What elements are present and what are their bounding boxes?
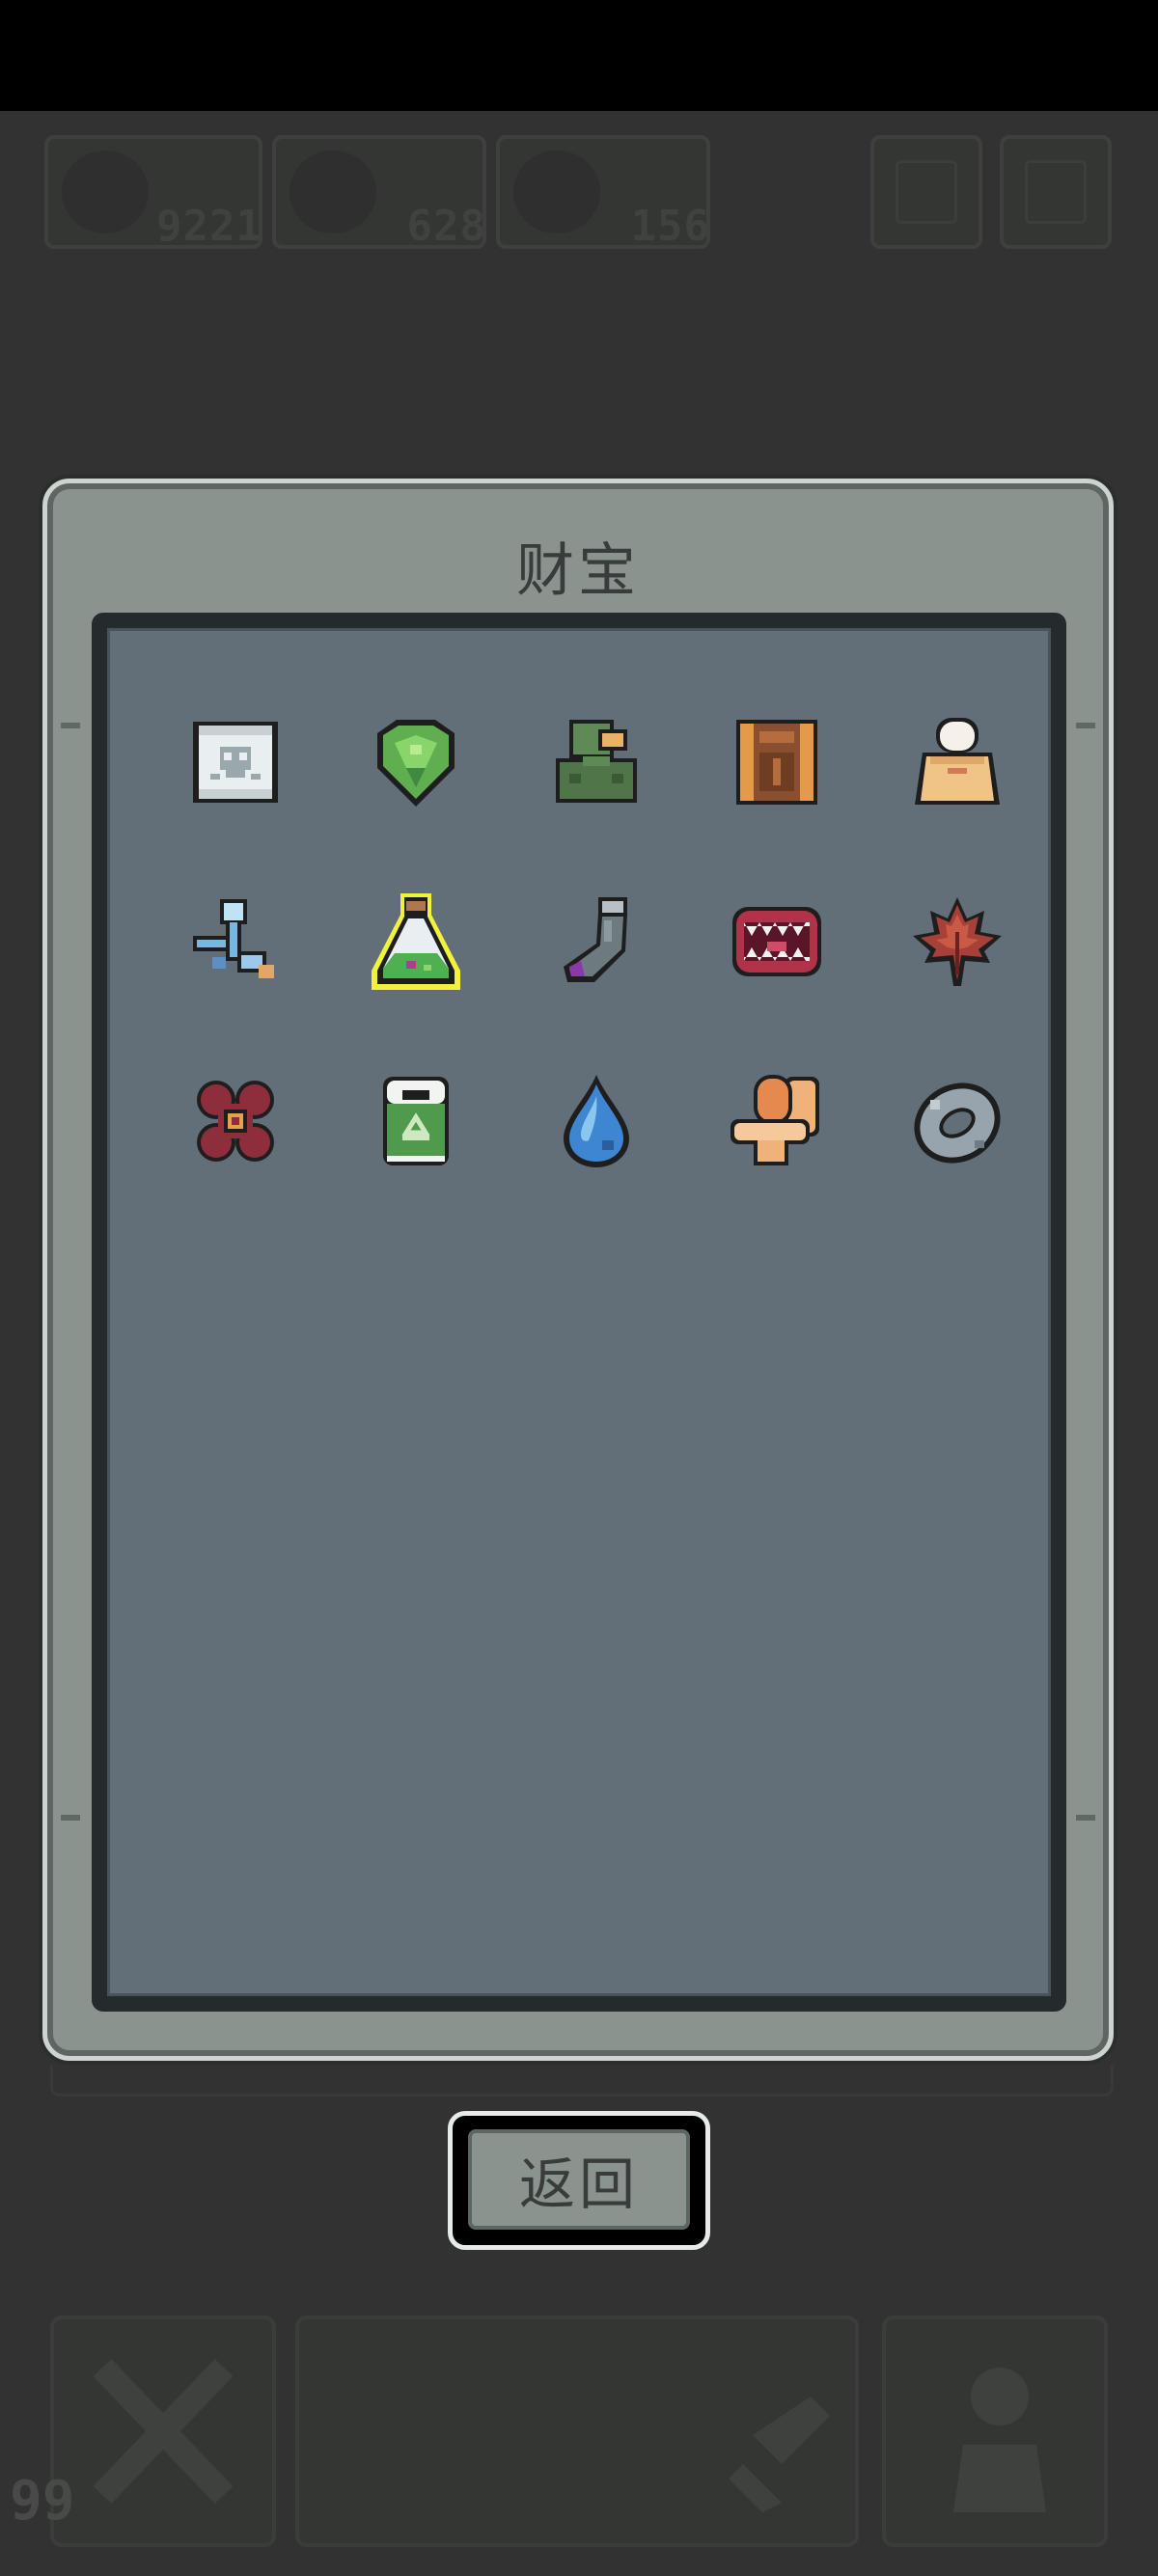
resource-helmet-value: 628 xyxy=(406,202,486,251)
toilet-icon xyxy=(731,1075,819,1165)
leather-book-item[interactable] xyxy=(729,714,825,810)
item-slot xyxy=(340,865,520,1045)
blue-key-item[interactable] xyxy=(187,893,284,990)
back-button[interactable]: 返回 xyxy=(448,2111,710,2250)
bottom-slot-center xyxy=(295,2316,859,2547)
blue-key-icon xyxy=(193,899,274,978)
item-slot xyxy=(701,865,881,1045)
item-slot xyxy=(340,686,520,865)
resource-gem-value: 156 xyxy=(630,202,710,251)
toilet-item[interactable] xyxy=(729,1073,825,1169)
item-slot xyxy=(701,1045,881,1224)
red-flower-icon xyxy=(197,1081,274,1162)
cream-pouch-icon xyxy=(915,718,1000,805)
green-helmet-item[interactable] xyxy=(548,714,645,810)
settings-button xyxy=(1000,135,1112,249)
item-slot xyxy=(159,1045,340,1224)
bottom-slot-character xyxy=(882,2316,1108,2547)
iron-ring-icon xyxy=(914,1082,1001,1164)
fanged-mouth-icon xyxy=(732,907,821,976)
green-gem-icon xyxy=(377,720,455,807)
character-icon xyxy=(953,2368,1046,2512)
resource-water-value: 9221 xyxy=(156,202,262,251)
red-flower-item[interactable] xyxy=(187,1073,284,1169)
bottom-count: 99 xyxy=(10,2470,75,2533)
background-panel-edge xyxy=(50,2065,1114,2096)
status-bar xyxy=(0,0,1158,111)
panel-rivet xyxy=(1076,1815,1095,1821)
potion-flask-item[interactable] xyxy=(368,893,464,990)
cream-pouch-item[interactable] xyxy=(909,714,1006,810)
grey-sock-item[interactable] xyxy=(548,893,645,990)
panel-rivet xyxy=(1076,723,1095,728)
item-slot xyxy=(881,865,1062,1045)
hammer-icon xyxy=(729,2397,830,2512)
gem-icon xyxy=(513,151,600,233)
item-slot xyxy=(520,1045,701,1224)
panel-rivet xyxy=(61,1815,80,1821)
skull-scroll-icon xyxy=(193,722,278,803)
water-drop-item[interactable] xyxy=(548,1073,645,1169)
panel-title: 财宝 xyxy=(516,537,640,605)
item-slot xyxy=(701,686,881,865)
items-area xyxy=(92,613,1066,2012)
helmet-icon xyxy=(290,151,376,233)
item-slot xyxy=(340,1045,520,1224)
item-slot xyxy=(159,865,340,1045)
recycle-jar-item[interactable] xyxy=(368,1073,464,1169)
item-slot xyxy=(159,686,340,865)
item-slot xyxy=(881,686,1062,865)
items-grid xyxy=(159,686,1062,1224)
maple-leaf-item[interactable] xyxy=(909,893,1006,990)
recycle-jar-icon xyxy=(383,1077,449,1165)
item-slot xyxy=(520,865,701,1045)
leather-book-icon xyxy=(736,720,817,805)
crossed-swords-icon xyxy=(93,2359,234,2504)
green-helmet-icon xyxy=(556,720,637,803)
iron-ring-item[interactable] xyxy=(909,1073,1006,1169)
grey-sock-icon xyxy=(564,897,627,982)
potion-flask-icon xyxy=(372,893,460,990)
resource-helmet: 628 xyxy=(272,135,486,251)
maple-leaf-icon xyxy=(913,897,1002,986)
item-slot xyxy=(881,1045,1062,1224)
menu-button xyxy=(870,135,982,249)
resource-gem: 156 xyxy=(496,135,710,251)
menu-icon xyxy=(896,160,957,224)
bottom-slot-sword xyxy=(50,2316,276,2547)
panel-rivet xyxy=(61,723,80,728)
item-slot xyxy=(520,686,701,865)
green-gem-item[interactable] xyxy=(368,714,464,810)
water-drop-icon xyxy=(62,151,149,233)
fanged-mouth-item[interactable] xyxy=(729,893,825,990)
water-drop-icon xyxy=(564,1075,629,1167)
treasure-panel: 财宝 xyxy=(42,479,1114,2061)
back-button-label: 返回 xyxy=(468,2129,690,2230)
resource-water: 9221 xyxy=(44,135,262,251)
skull-scroll-item[interactable] xyxy=(187,714,284,810)
settings-icon xyxy=(1025,160,1087,224)
